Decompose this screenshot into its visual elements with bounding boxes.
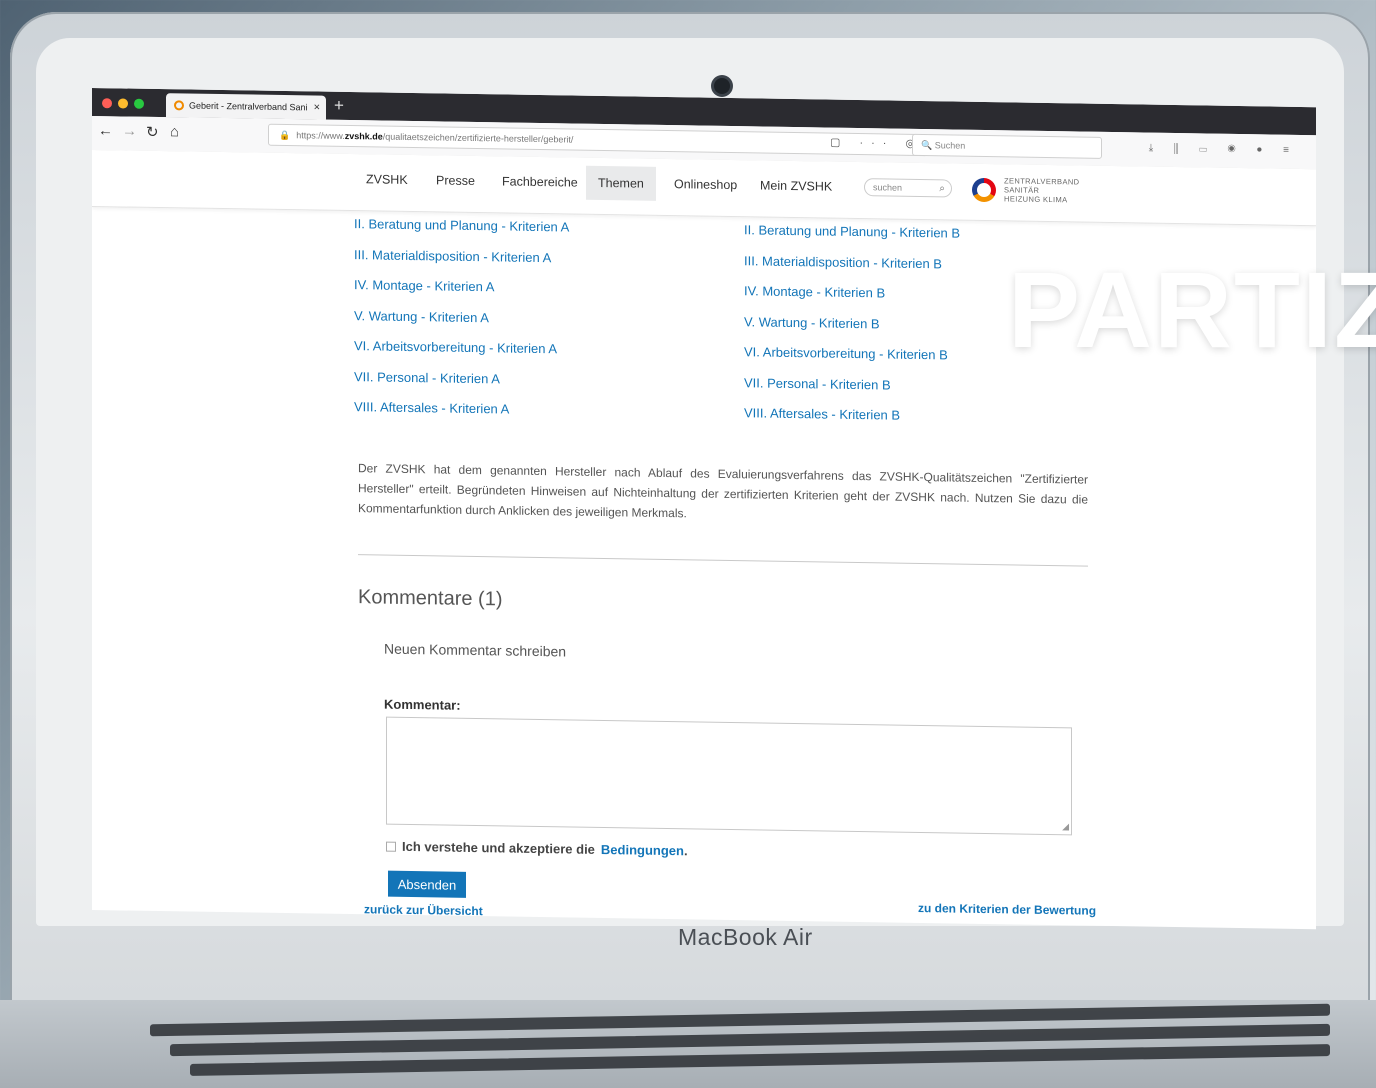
criteria-a-link[interactable]: VI. Arbeitsvorbereitung - Kriterien A: [354, 336, 569, 370]
reload-icon[interactable]: ↻: [146, 123, 159, 141]
criteria-a-link[interactable]: II. Beratung und Planung - Kriterien A: [354, 214, 569, 248]
resize-grip-icon[interactable]: ◢: [1062, 821, 1069, 832]
url-text: https://www.zvshk.de/qualitaetszeichen/z…: [296, 130, 574, 145]
logo-text: ZENTRALVERBAND SANITÄR HEIZUNG KLIMA: [1004, 176, 1080, 205]
nav-zvshk[interactable]: ZVSHK: [360, 172, 414, 187]
home-icon[interactable]: ⌂: [170, 123, 179, 140]
certification-text: Der ZVSHK hat dem genannten Hersteller n…: [358, 461, 1088, 521]
new-comment-link[interactable]: Neuen Kommentar schreiben: [384, 641, 566, 660]
criteria-a-link[interactable]: VII. Personal - Kriterien A: [354, 367, 569, 401]
criteria-a-link[interactable]: IV. Montage - Kriterien A: [354, 275, 569, 309]
forward-icon[interactable]: →: [122, 122, 137, 139]
nav-presse[interactable]: Presse: [430, 173, 481, 188]
criteria-b-link[interactable]: V. Wartung - Kriterien B: [744, 312, 960, 346]
lock-icon: 🔒: [279, 129, 291, 140]
zvshk-logo-icon[interactable]: [972, 177, 996, 203]
terms-text: Ich verstehe und akzeptiere die: [402, 838, 595, 857]
nav-mein-zvshk[interactable]: Mein ZVSHK: [754, 178, 838, 193]
camera-icon: [714, 78, 730, 94]
criteria-overview-link[interactable]: zu den Kriterien der Bewertung: [918, 901, 1096, 918]
criteria-b-link[interactable]: III. Materialdisposition - Kriterien B: [744, 251, 960, 285]
comment-textarea[interactable]: ◢: [386, 716, 1072, 836]
new-tab-icon[interactable]: +: [334, 96, 344, 116]
criteria-b-link[interactable]: II. Beratung und Planung - Kriterien B: [744, 220, 960, 254]
minimize-window-icon[interactable]: [118, 98, 128, 109]
criteria-b-link[interactable]: VIII. Aftersales - Kriterien B: [744, 403, 960, 437]
comments-heading: Kommentare (1): [358, 586, 503, 611]
criteria-a-link[interactable]: V. Wartung - Kriterien A: [354, 306, 569, 340]
back-icon[interactable]: ←: [98, 122, 113, 139]
criteria-b-list: II. Beratung und Planung - Kriterien B I…: [744, 220, 960, 437]
comment-label: Kommentar:: [384, 696, 461, 713]
terms-row: Ich verstehe und akzeptiere die Bedingun…: [386, 838, 688, 858]
favicon-icon: [174, 100, 184, 111]
url-bar[interactable]: 🔒 https://www.zvshk.de/qualitaetszeichen…: [268, 123, 928, 157]
divider: [358, 554, 1088, 567]
nav-themen[interactable]: Themen: [586, 165, 656, 201]
terms-checkbox[interactable]: [386, 841, 396, 852]
criteria-b-link[interactable]: IV. Montage - Kriterien B: [744, 281, 960, 315]
browser-screen: Geberit - Zentralverband Sani × + ← → ↻ …: [92, 88, 1316, 930]
overlay-headline: PARTIZ: [1008, 249, 1376, 370]
site-search-input[interactable]: suchen ⌕: [864, 178, 952, 198]
tab-close-icon[interactable]: ×: [314, 101, 320, 113]
browser-tab[interactable]: Geberit - Zentralverband Sani ×: [166, 93, 326, 120]
nav-fachbereiche[interactable]: Fachbereiche: [496, 174, 584, 189]
toolbar-icons[interactable]: ⤓ ⫼ ▭ ◉ ● ≡: [1149, 143, 1298, 156]
terms-link[interactable]: Bedingungen: [601, 842, 684, 858]
nav-onlineshop[interactable]: Onlineshop: [668, 177, 743, 192]
keyboard-base: [0, 1000, 1376, 1088]
tab-title: Geberit - Zentralverband Sani: [189, 100, 308, 113]
submit-button[interactable]: Absenden: [388, 870, 466, 898]
search-icon: 🔍: [921, 139, 935, 150]
maximize-window-icon[interactable]: [134, 98, 144, 109]
criteria-a-list: II. Beratung und Planung - Kriterien A I…: [354, 214, 569, 431]
criteria-a-link[interactable]: III. Materialdisposition - Kriterien A: [354, 245, 569, 279]
search-icon[interactable]: ⌕: [939, 183, 945, 194]
browser-search-input[interactable]: 🔍 Suchen: [912, 133, 1102, 159]
macbook-label: MacBook Air: [678, 924, 813, 950]
criteria-b-link[interactable]: VII. Personal - Kriterien B: [744, 373, 960, 407]
criteria-a-link[interactable]: VIII. Aftersales - Kriterien A: [354, 397, 569, 431]
criteria-b-link[interactable]: VI. Arbeitsvorbereitung - Kriterien B: [744, 342, 960, 376]
close-window-icon[interactable]: [102, 98, 112, 109]
